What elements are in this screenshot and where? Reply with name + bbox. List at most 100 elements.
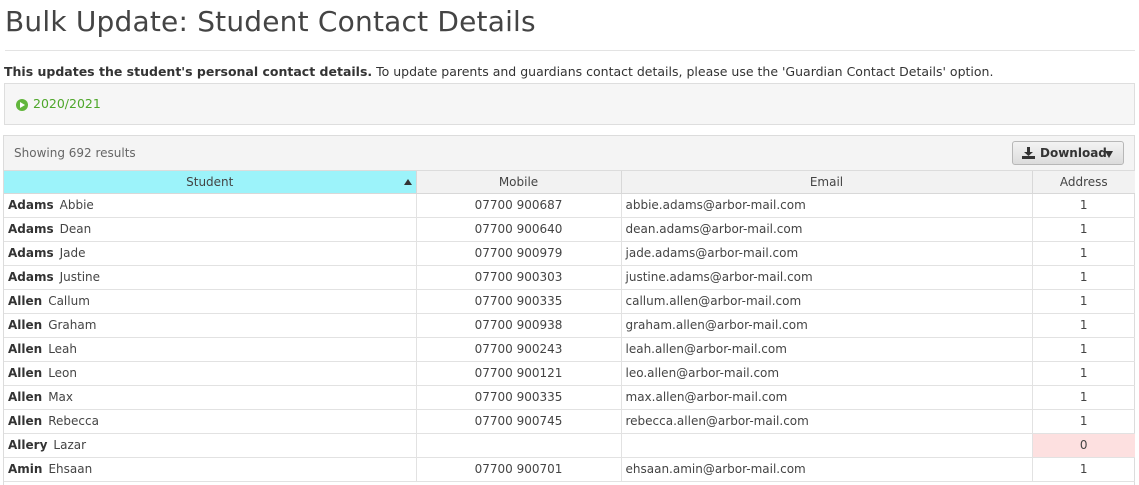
page-title: Bulk Update: Student Contact Details — [5, 5, 536, 38]
column-header-mobile[interactable]: Mobile — [416, 171, 622, 194]
results-count: Showing 692 results — [14, 146, 136, 160]
student-last-name: Allen — [8, 366, 43, 380]
academic-year-panel: 2020/2021 — [4, 83, 1135, 125]
student-first-name: Callum — [48, 294, 90, 308]
email-cell[interactable]: callum.allen@arbor-mail.com — [621, 289, 1033, 314]
table-row[interactable]: Adams Justine 07700 900303 justine.adams@… — [4, 265, 1135, 290]
title-divider — [5, 50, 1135, 51]
table-row[interactable]: Allen Rebecca 07700 900745 rebecca.allen@… — [4, 409, 1135, 434]
address-cell[interactable]: 1 — [1032, 193, 1135, 218]
email-cell[interactable]: max.allen@arbor-mail.com — [621, 385, 1033, 410]
intro-text: This updates the student's personal cont… — [4, 64, 993, 80]
table-row[interactable]: Allen Leah 07700 900243 leah.allen@arbor-… — [4, 337, 1135, 362]
student-cell[interactable]: Adams Abbie — [4, 193, 417, 218]
student-cell[interactable]: Allen Max — [4, 385, 417, 410]
table-row[interactable]: Allen Max 07700 900335 max.allen@arbor-ma… — [4, 385, 1135, 410]
address-cell[interactable]: 1 — [1032, 313, 1135, 338]
table-row[interactable]: Adams Abbie 07700 900687 abbie.adams@arbo… — [4, 193, 1135, 218]
student-cell[interactable]: Adams Justine — [4, 265, 417, 290]
download-button[interactable]: Download — [1012, 141, 1124, 165]
column-header-email[interactable]: Email — [621, 171, 1033, 194]
student-last-name: Amin — [8, 462, 43, 476]
student-cell[interactable]: Allen Rebecca — [4, 409, 417, 434]
mobile-cell[interactable]: 07700 900938 — [416, 313, 622, 338]
student-first-name: Max — [48, 390, 74, 404]
table-row[interactable]: Allen Callum 07700 900335 callum.allen@ar… — [4, 289, 1135, 314]
address-cell[interactable]: 1 — [1032, 457, 1135, 482]
mobile-cell[interactable]: 07700 900640 — [416, 217, 622, 242]
email-cell[interactable] — [621, 433, 1033, 458]
address-cell[interactable]: 1 — [1032, 409, 1135, 434]
address-cell[interactable]: 1 — [1032, 217, 1135, 242]
table-row[interactable]: Amin Ehsaan 07700 900701 ehsaan.amin@arbo… — [4, 457, 1135, 482]
mobile-cell[interactable]: 07700 900687 — [416, 193, 622, 218]
intro-bold: This updates the student's personal cont… — [4, 64, 373, 79]
student-first-name: Graham — [48, 318, 97, 332]
student-last-name: Allen — [8, 318, 43, 332]
student-cell[interactable]: Adams Jade — [4, 241, 417, 266]
student-cell[interactable]: Amin Ehsaan — [4, 457, 417, 482]
student-first-name: Rebecca — [48, 414, 99, 428]
student-first-name: Leah — [48, 342, 78, 356]
address-cell[interactable]: 1 — [1032, 289, 1135, 314]
email-cell[interactable]: graham.allen@arbor-mail.com — [621, 313, 1033, 338]
student-cell[interactable]: Adams Dean — [4, 217, 417, 242]
mobile-cell[interactable]: 07700 900243 — [416, 337, 622, 362]
column-label-address: Address — [1059, 174, 1108, 189]
student-first-name: Dean — [59, 222, 92, 236]
students-table: Student Mobile Email Address Adams Abbie … — [4, 171, 1135, 482]
email-cell[interactable]: leah.allen@arbor-mail.com — [621, 337, 1033, 362]
mobile-cell[interactable]: 07700 900701 — [416, 457, 622, 482]
download-label: Download — [1040, 146, 1107, 160]
download-icon — [1022, 147, 1035, 159]
mobile-cell[interactable]: 07700 900979 — [416, 241, 622, 266]
play-circle-icon[interactable] — [16, 99, 28, 111]
student-last-name: Allen — [8, 342, 43, 356]
email-cell[interactable]: leo.allen@arbor-mail.com — [621, 361, 1033, 386]
student-last-name: Allery — [8, 438, 48, 452]
email-cell[interactable]: dean.adams@arbor-mail.com — [621, 217, 1033, 242]
table-row[interactable]: Allen Leon 07700 900121 leo.allen@arbor-m… — [4, 361, 1135, 386]
mobile-cell[interactable]: 07700 900303 — [416, 265, 622, 290]
mobile-cell[interactable] — [416, 433, 622, 458]
column-header-address[interactable]: Address — [1032, 171, 1135, 194]
table-row[interactable]: Allen Graham 07700 900938 graham.allen@ar… — [4, 313, 1135, 338]
student-cell[interactable]: Allen Leon — [4, 361, 417, 386]
table-row[interactable]: Adams Jade 07700 900979 jade.adams@arbor-… — [4, 241, 1135, 266]
mobile-cell[interactable]: 07700 900335 — [416, 289, 622, 314]
mobile-cell[interactable]: 07700 900745 — [416, 409, 622, 434]
mobile-cell[interactable]: 07700 900335 — [416, 385, 622, 410]
email-cell[interactable]: abbie.adams@arbor-mail.com — [621, 193, 1033, 218]
address-cell[interactable]: 1 — [1032, 265, 1135, 290]
student-cell[interactable]: Allen Leah — [4, 337, 417, 362]
email-cell[interactable]: rebecca.allen@arbor-mail.com — [621, 409, 1033, 434]
table-row[interactable]: Adams Dean 07700 900640 dean.adams@arbor-… — [4, 217, 1135, 242]
table-row[interactable]: Allery Lazar 0 — [4, 433, 1135, 458]
email-cell[interactable]: jade.adams@arbor-mail.com — [621, 241, 1033, 266]
student-first-name: Leon — [48, 366, 78, 380]
student-last-name: Allen — [8, 294, 43, 308]
student-last-name: Allen — [8, 390, 43, 404]
email-cell[interactable]: ehsaan.amin@arbor-mail.com — [621, 457, 1033, 482]
student-cell[interactable]: Allen Graham — [4, 313, 417, 338]
intro-rest: To update parents and guardians contact … — [372, 64, 994, 79]
student-first-name: Jade — [59, 246, 86, 260]
student-last-name: Adams — [8, 270, 54, 284]
student-first-name: Ehsaan — [48, 462, 93, 476]
student-first-name: Justine — [59, 270, 101, 284]
address-cell[interactable]: 1 — [1032, 385, 1135, 410]
student-cell[interactable]: Allery Lazar — [4, 433, 417, 458]
column-label-student: Student — [186, 174, 234, 189]
address-cell[interactable]: 1 — [1032, 241, 1135, 266]
address-cell[interactable]: 1 — [1032, 337, 1135, 362]
student-last-name: Adams — [8, 198, 54, 212]
student-first-name: Lazar — [53, 438, 87, 452]
email-cell[interactable]: justine.adams@arbor-mail.com — [621, 265, 1033, 290]
student-last-name: Adams — [8, 246, 54, 260]
mobile-cell[interactable]: 07700 900121 — [416, 361, 622, 386]
column-header-student[interactable]: Student — [4, 171, 417, 194]
academic-year-link[interactable]: 2020/2021 — [33, 96, 101, 112]
address-cell[interactable]: 1 — [1032, 361, 1135, 386]
student-cell[interactable]: Allen Callum — [4, 289, 417, 314]
address-cell-missing[interactable]: 0 — [1032, 433, 1135, 458]
